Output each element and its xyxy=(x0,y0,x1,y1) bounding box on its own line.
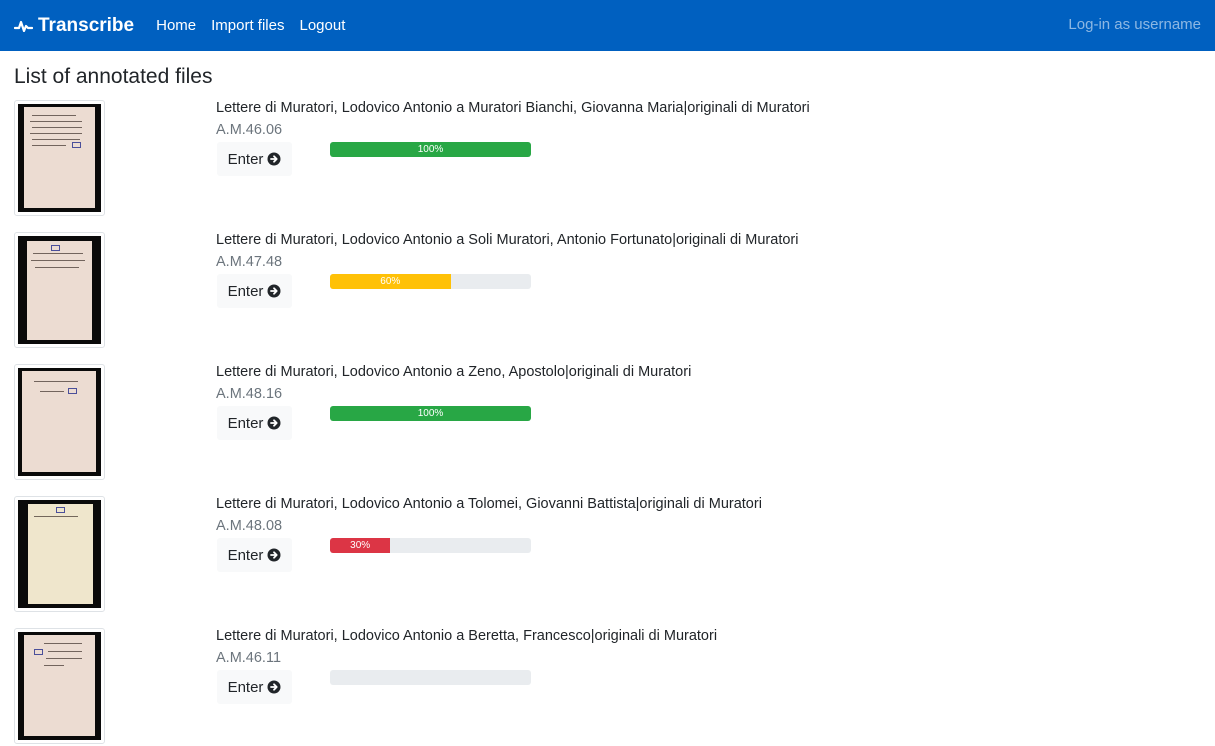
progress-fill: 60% xyxy=(330,274,451,289)
file-code: A.M.46.11 xyxy=(216,650,282,666)
document-thumbnail xyxy=(14,232,105,348)
enter-button-label: Enter xyxy=(227,150,264,168)
progress-bar: 100% xyxy=(330,406,531,421)
file-list-item: Lettere di Muratori, Lodovico Antonio a … xyxy=(0,364,1215,496)
document-thumbnail xyxy=(14,100,105,216)
file-title: Lettere di Muratori, Lodovico Antonio a … xyxy=(216,100,810,116)
pulse-logo-icon xyxy=(14,20,33,32)
file-list-item: Lettere di Muratori, Lodovico Antonio a … xyxy=(0,100,1215,232)
enter-button[interactable]: Enter xyxy=(217,670,292,704)
nav-links: Home Import files Logout xyxy=(156,17,360,34)
progress-label: 60% xyxy=(380,276,401,287)
file-title: Lettere di Muratori, Lodovico Antonio a … xyxy=(216,364,692,380)
progress-fill: 30% xyxy=(330,538,391,553)
document-thumbnail xyxy=(14,364,105,480)
enter-button-label: Enter xyxy=(227,678,264,696)
progress-bar: 30% xyxy=(330,538,531,553)
progress-label: 30% xyxy=(350,540,371,551)
login-status-text: Log-in as username xyxy=(1068,16,1201,33)
file-title: Lettere di Muratori, Lodovico Antonio a … xyxy=(216,496,762,512)
document-thumbnail xyxy=(14,628,105,744)
file-code: A.M.48.08 xyxy=(216,518,283,534)
file-code: A.M.46.06 xyxy=(216,122,283,138)
document-thumbnail xyxy=(14,496,105,612)
file-list-item: Lettere di Muratori, Lodovico Antonio a … xyxy=(0,496,1215,628)
progress-label: 100% xyxy=(417,408,444,419)
enter-button-label: Enter xyxy=(227,282,264,300)
progress-bar: 100% xyxy=(330,142,531,157)
file-list-item: Lettere di Muratori, Lodovico Antonio a … xyxy=(0,628,1215,746)
enter-button[interactable]: Enter xyxy=(217,274,292,308)
brand-name: Transcribe xyxy=(38,14,135,36)
enter-button-label: Enter xyxy=(227,546,264,564)
arrow-circle-right-icon xyxy=(267,416,281,430)
enter-button-label: Enter xyxy=(227,414,264,432)
progress-bar: 60% xyxy=(330,274,531,289)
arrow-circle-right-icon xyxy=(267,548,281,562)
enter-button[interactable]: Enter xyxy=(217,406,292,440)
file-list-item: Lettere di Muratori, Lodovico Antonio a … xyxy=(0,232,1215,364)
nav-logout-link[interactable]: Logout xyxy=(299,17,345,34)
arrow-circle-right-icon xyxy=(267,152,281,166)
arrow-circle-right-icon xyxy=(267,284,281,298)
enter-button[interactable]: Enter xyxy=(217,142,292,176)
file-code: A.M.48.16 xyxy=(216,386,283,402)
progress-label: 100% xyxy=(417,144,444,155)
progress-fill: 100% xyxy=(330,142,531,157)
arrow-circle-right-icon xyxy=(267,680,281,694)
file-title: Lettere di Muratori, Lodovico Antonio a … xyxy=(216,232,799,248)
enter-button[interactable]: Enter xyxy=(217,538,292,572)
top-navbar: Transcribe Home Import files Logout Log-… xyxy=(0,0,1215,51)
progress-bar xyxy=(330,670,531,685)
progress-fill: 100% xyxy=(330,406,531,421)
brand-link[interactable]: Transcribe xyxy=(14,15,134,37)
nav-home-link[interactable]: Home xyxy=(156,17,196,34)
nav-import-files-link[interactable]: Import files xyxy=(211,17,284,34)
page-title: List of annotated files xyxy=(14,65,213,88)
file-list: Lettere di Muratori, Lodovico Antonio a … xyxy=(0,100,1215,746)
file-title: Lettere di Muratori, Lodovico Antonio a … xyxy=(216,628,718,644)
file-code: A.M.47.48 xyxy=(216,254,283,270)
